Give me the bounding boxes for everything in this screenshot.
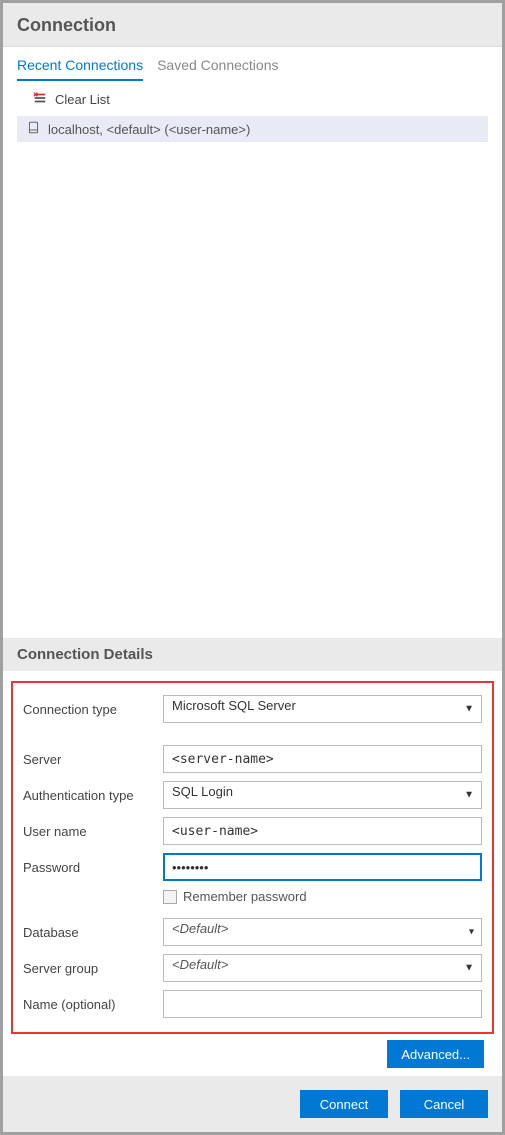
label-name-optional: Name (optional) (23, 997, 163, 1012)
label-password: Password (23, 860, 163, 875)
dialog-footer: Connect Cancel (3, 1076, 502, 1132)
details-header: Connection Details (3, 638, 502, 671)
clear-list-icon (33, 91, 47, 108)
remember-password-label: Remember password (183, 889, 307, 904)
database-combo[interactable]: <Default> (163, 918, 482, 946)
connection-tabs: Recent Connections Saved Connections (3, 47, 502, 81)
cancel-button[interactable]: Cancel (400, 1090, 488, 1118)
server-icon (27, 121, 40, 137)
password-input[interactable] (163, 853, 482, 881)
remember-password-checkbox[interactable] (163, 890, 177, 904)
connection-type-select[interactable]: Microsoft SQL Server (163, 695, 482, 723)
server-group-select[interactable]: <Default> (163, 954, 482, 982)
clear-list-button[interactable]: Clear List (3, 81, 502, 114)
details-panel: Connection type Microsoft SQL Server ▼ S… (3, 671, 502, 1076)
label-user-name: User name (23, 824, 163, 839)
details-highlight-box: Connection type Microsoft SQL Server ▼ S… (11, 681, 494, 1034)
upper-panel: Recent Connections Saved Connections Cle… (3, 47, 502, 638)
user-name-input[interactable] (163, 817, 482, 845)
recent-connections-list: localhost, <default> (<user-name>) (3, 114, 502, 144)
connect-button[interactable]: Connect (300, 1090, 388, 1118)
recent-connection-label: localhost, <default> (<user-name>) (48, 122, 250, 137)
tab-saved-connections[interactable]: Saved Connections (157, 57, 278, 81)
server-input[interactable] (163, 745, 482, 773)
advanced-button[interactable]: Advanced... (387, 1040, 484, 1068)
label-database: Database (23, 925, 163, 940)
label-connection-type: Connection type (23, 702, 163, 717)
label-auth-type: Authentication type (23, 788, 163, 803)
label-server-group: Server group (23, 961, 163, 976)
auth-type-select[interactable]: SQL Login (163, 781, 482, 809)
name-optional-input[interactable] (163, 990, 482, 1018)
recent-connection-item[interactable]: localhost, <default> (<user-name>) (17, 116, 488, 142)
label-server: Server (23, 752, 163, 767)
clear-list-label: Clear List (55, 92, 110, 107)
tab-recent-connections[interactable]: Recent Connections (17, 57, 143, 81)
dialog-title: Connection (3, 3, 502, 47)
